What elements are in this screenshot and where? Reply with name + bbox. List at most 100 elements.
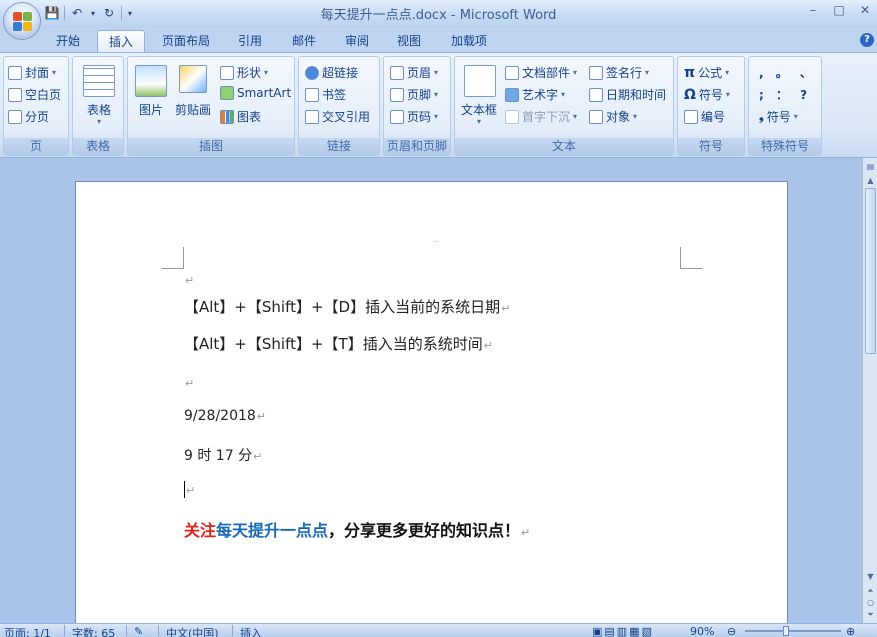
insert-mode-indicator[interactable]: 插入	[240, 625, 262, 637]
clipart-icon[interactable]	[179, 65, 207, 93]
tab-view[interactable]: 视图	[387, 30, 431, 52]
tab-addins[interactable]: 加载项	[440, 30, 498, 52]
hyperlink-button[interactable]: 超链接	[305, 64, 358, 81]
language-indicator[interactable]: 中文(中国)	[166, 625, 219, 637]
group-header-footer: 页眉 ▾ 页脚 ▾ 页码 ▾ 页眉和页脚	[383, 56, 451, 156]
special-symbol-button[interactable]: ❟ 符号 ▾	[759, 108, 798, 125]
clipart-button-label[interactable]: 剪贴画	[170, 101, 216, 118]
zoom-slider-track[interactable]	[745, 630, 841, 632]
picture-icon[interactable]	[135, 65, 167, 97]
signature-line-button[interactable]: 签名行 ▾	[589, 64, 649, 81]
minimize-button[interactable]: –	[805, 3, 821, 17]
office-button[interactable]	[3, 2, 41, 40]
zoom-in-icon[interactable]: ⊕	[846, 625, 855, 637]
maximize-button[interactable]: □	[831, 3, 847, 17]
paragraph-time-value[interactable]: 9 时 17 分↵	[184, 445, 262, 465]
quick-access-toolbar: 💾 ↶ ▾ ↻ ▾	[44, 3, 134, 23]
qat-divider	[121, 6, 122, 20]
ruler-toggle-icon[interactable]: ▤	[864, 160, 877, 174]
page-break-icon	[8, 109, 22, 124]
special-symbols-row-1[interactable]: , 。 、	[759, 64, 816, 81]
next-page-icon[interactable]: ⏷	[864, 608, 877, 622]
group-label-special-symbols: 特殊符号	[749, 138, 821, 155]
empty-paragraph[interactable]: ↵	[184, 270, 194, 288]
promo-paragraph[interactable]: 关注每天提升一点点，分享更多更好的知识点！↵	[184, 517, 530, 541]
status-bar: 页面: 1/1 字数: 65 ✎ 中文(中国) 插入 ▣▤▥▦▧ 90% ⊖ ⊕	[0, 623, 877, 637]
table-dropdown-icon[interactable]: ▾	[73, 117, 125, 126]
paragraph-date-value[interactable]: 9/28/2018↵	[184, 408, 266, 424]
date-time-button[interactable]: 日期和时间	[589, 86, 666, 103]
group-special-symbols: , 。 、 ; ： ? ❟ 符号 ▾ 特殊符号	[748, 56, 822, 156]
cursor-paragraph[interactable]: ↵	[184, 480, 195, 498]
footer-button[interactable]: 页脚 ▾	[390, 86, 438, 103]
textbox-icon[interactable]	[464, 65, 496, 97]
save-icon[interactable]: 💾	[44, 5, 60, 21]
hyperlink-icon	[305, 65, 319, 80]
tab-home[interactable]: 开始	[46, 30, 90, 52]
special-symbols-row-2[interactable]: ; ： ?	[759, 86, 811, 103]
object-button[interactable]: 对象 ▾	[589, 108, 637, 125]
customize-qat-icon[interactable]: ▾	[126, 5, 134, 21]
ribbon: 封面 ▾ 空白页 分页 页 表格 ▾ 表格 图片 剪贴画 形状 ▾ SmartArt…	[0, 52, 877, 158]
undo-icon[interactable]: ↶	[69, 5, 85, 21]
paragraph-date-shortcut[interactable]: 【Alt】+【Shift】+【D】插入当前的系统日期↵	[184, 296, 510, 317]
crop-mark-top-right	[680, 247, 702, 269]
page-number-button[interactable]: 页码 ▾	[390, 108, 438, 125]
bookmark-button[interactable]: 书签	[305, 86, 346, 103]
scroll-down-icon[interactable]: ▼	[864, 570, 877, 584]
tab-page-layout[interactable]: 页面布局	[153, 30, 219, 52]
page-break-button[interactable]: 分页	[8, 108, 49, 125]
scroll-up-icon[interactable]: ▲	[864, 174, 877, 188]
calendar-icon	[589, 87, 603, 102]
tab-review[interactable]: 审阅	[335, 30, 379, 52]
footer-icon	[390, 87, 404, 102]
smartart-button[interactable]: SmartArt	[220, 86, 291, 100]
quick-parts-icon	[505, 65, 519, 80]
drop-cap-button[interactable]: 首字下沉 ▾	[505, 108, 577, 125]
document-page[interactable]: .. ↵ 【Alt】+【Shift】+【D】插入当前的系统日期↵ 【Alt】+【…	[75, 181, 788, 623]
tab-insert[interactable]: 插入	[97, 30, 145, 52]
group-tables: 表格 ▾ 表格	[72, 56, 124, 156]
office-logo-icon	[13, 12, 33, 32]
zoom-slider-thumb[interactable]	[783, 626, 789, 636]
header-button[interactable]: 页眉 ▾	[390, 64, 438, 81]
tab-mailings[interactable]: 邮件	[282, 30, 326, 52]
picture-button-label[interactable]: 图片	[128, 101, 174, 118]
comma-icon: ❟	[759, 109, 764, 123]
table-button-label[interactable]: 表格	[73, 101, 125, 118]
numbering-button[interactable]: 编号	[684, 108, 725, 125]
equation-button[interactable]: π 公式 ▾	[684, 64, 729, 81]
wordart-button[interactable]: 艺术字 ▾	[505, 86, 565, 103]
group-label-tables: 表格	[73, 138, 123, 155]
redo-icon[interactable]: ↻	[101, 5, 117, 21]
view-buttons-icon[interactable]: ▣▤▥▦▧	[592, 625, 654, 637]
empty-paragraph[interactable]: ↵	[184, 373, 194, 391]
symbol-button[interactable]: Ω 符号 ▾	[684, 86, 730, 103]
cross-reference-icon	[305, 109, 319, 124]
vertical-scrollbar[interactable]: ▤ ▲ ▼ ⏶ ○ ⏷	[862, 158, 877, 623]
close-button[interactable]: ✕	[857, 3, 873, 17]
help-icon[interactable]: ?	[860, 33, 874, 47]
scroll-thumb[interactable]	[865, 188, 876, 354]
shapes-button[interactable]: 形状 ▾	[220, 64, 268, 81]
zoom-level[interactable]: 90%	[690, 625, 714, 637]
object-icon	[589, 109, 603, 124]
header-icon	[390, 65, 404, 80]
tab-references[interactable]: 引用	[228, 30, 272, 52]
word-count[interactable]: 字数: 65	[72, 625, 115, 637]
table-icon[interactable]	[83, 65, 115, 97]
chart-button[interactable]: 图表	[220, 108, 261, 125]
cover-page-button[interactable]: 封面 ▾	[8, 64, 56, 81]
undo-dropdown-icon[interactable]: ▾	[89, 5, 97, 21]
pi-icon: π	[684, 64, 696, 81]
cross-reference-button[interactable]: 交叉引用	[305, 108, 370, 125]
proofing-icon[interactable]: ✎	[134, 625, 143, 637]
zoom-out-icon[interactable]: ⊖	[727, 625, 736, 637]
textbox-button-label[interactable]: 文本框	[455, 101, 503, 118]
bookmark-icon	[305, 87, 319, 102]
blank-page-button[interactable]: 空白页	[8, 86, 61, 103]
textbox-dropdown-icon[interactable]: ▾	[455, 117, 503, 126]
paragraph-time-shortcut[interactable]: 【Alt】+【Shift】+【T】插入当的系统时间↵	[184, 333, 493, 354]
quick-parts-button[interactable]: 文档部件 ▾	[505, 64, 577, 81]
page-count[interactable]: 页面: 1/1	[4, 625, 51, 637]
